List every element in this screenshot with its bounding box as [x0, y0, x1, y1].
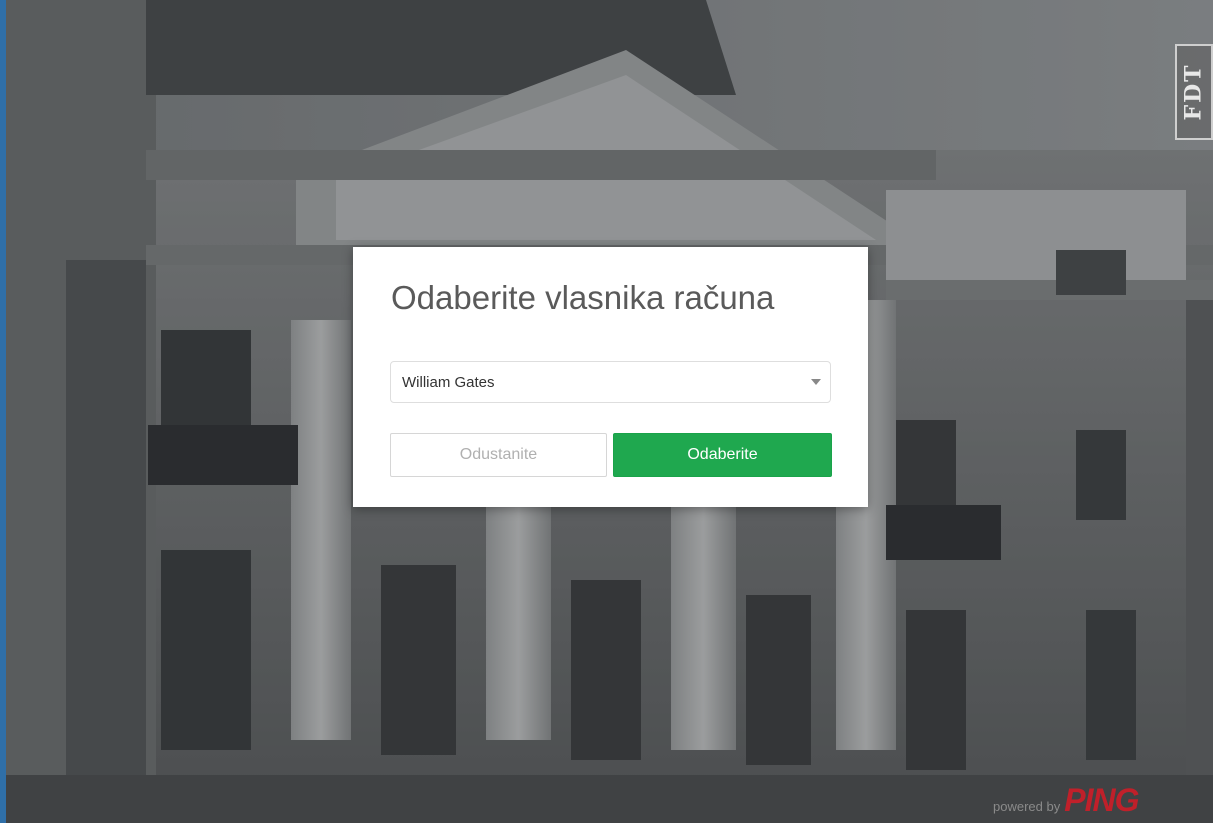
- login-screen: FDT Odaberite vlasnika računa William Ga…: [0, 0, 1213, 823]
- confirm-button[interactable]: Odaberite: [613, 433, 832, 477]
- cancel-button[interactable]: Odustanite: [390, 433, 607, 477]
- owner-select-dialog: Odaberite vlasnika računa William Gates …: [353, 247, 868, 507]
- powered-by-label: powered by: [993, 799, 1061, 814]
- ping-logo: PING: [1064, 782, 1139, 818]
- owner-select-dropdown[interactable]: William Gates: [390, 361, 831, 403]
- dialog-title: Odaberite vlasnika računa: [391, 279, 775, 316]
- owner-select-value: William Gates: [402, 374, 495, 391]
- fdt-logo: FDT: [1175, 44, 1213, 140]
- chevron-down-icon: [811, 379, 821, 385]
- powered-by: powered by PING: [993, 782, 1139, 819]
- fdt-logo-text: FDT: [1181, 63, 1208, 121]
